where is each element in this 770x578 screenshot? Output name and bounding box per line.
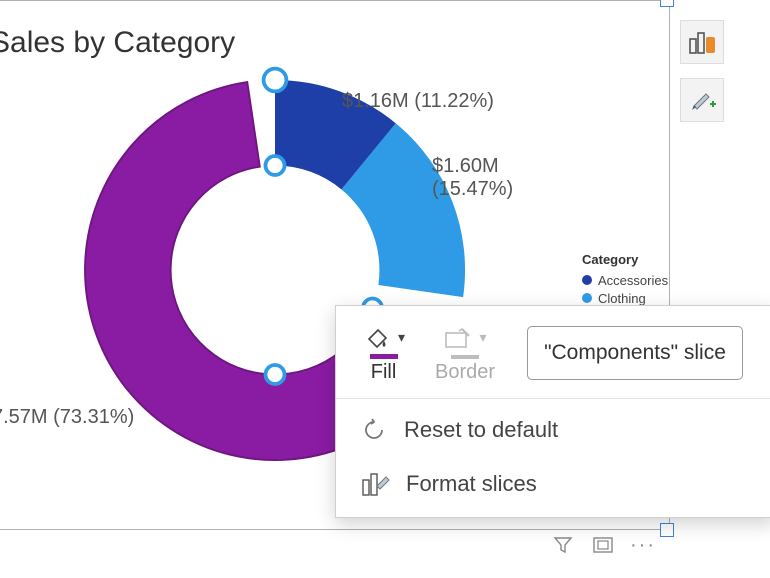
format-paintbrush-button[interactable] <box>680 78 724 122</box>
data-label-components: 7.57M (73.31%) <box>0 406 134 429</box>
chevron-down-icon[interactable]: ▾ <box>480 329 487 346</box>
selected-slice-display[interactable]: "Components" slice <box>527 326 743 380</box>
border-swatch <box>451 355 479 359</box>
fill-swatch <box>370 354 398 359</box>
format-slices-item[interactable]: Format slices <box>336 457 770 511</box>
legend-label: Clothing <box>598 291 646 306</box>
data-label-accessories: $1.16M (11.22%) <box>342 90 494 113</box>
more-options-icon[interactable]: ··· <box>630 534 656 556</box>
border-label: Border <box>435 361 495 384</box>
slice-handle[interactable] <box>266 156 285 175</box>
selected-slice-text: "Components" slice <box>544 341 726 365</box>
visualization-type-button[interactable] <box>680 20 724 64</box>
border-tool[interactable]: ▾ Border <box>435 323 495 384</box>
fill-tool[interactable]: ▾ Fill <box>362 322 405 384</box>
legend: Category Accessories Clothing <box>582 252 668 307</box>
reset-label: Reset to default <box>404 417 558 443</box>
paintbrush-plus-icon <box>688 86 716 114</box>
chevron-down-icon[interactable]: ▾ <box>398 329 405 346</box>
slice-handle[interactable] <box>266 365 285 384</box>
legend-swatch <box>582 275 592 285</box>
filter-icon[interactable] <box>550 534 576 556</box>
legend-title: Category <box>582 252 668 267</box>
reset-to-default-item[interactable]: Reset to default <box>336 403 770 457</box>
legend-swatch <box>582 293 592 303</box>
focus-mode-icon[interactable] <box>590 534 616 556</box>
legend-label: Accessories <box>598 273 668 288</box>
chart-title: Sales by Category <box>0 26 235 60</box>
fill-label: Fill <box>371 361 397 384</box>
slice-handle[interactable] <box>264 69 287 92</box>
resize-handle-top[interactable] <box>660 0 674 7</box>
data-label-clothing: $1.60M(15.47%) <box>432 155 513 201</box>
format-popup: ▾ Fill ▾ Border "Components" slice <box>335 305 770 518</box>
bar-chart-icon <box>688 29 716 55</box>
resize-handle-bottom[interactable] <box>660 523 674 537</box>
visual-footer-tools: ··· <box>550 534 656 556</box>
legend-item[interactable]: Accessories <box>582 271 668 289</box>
format-slices-label: Format slices <box>406 471 537 497</box>
border-icon <box>445 327 473 349</box>
format-slices-icon <box>362 471 390 497</box>
reset-icon <box>362 417 388 443</box>
paint-bucket-icon <box>364 325 390 349</box>
